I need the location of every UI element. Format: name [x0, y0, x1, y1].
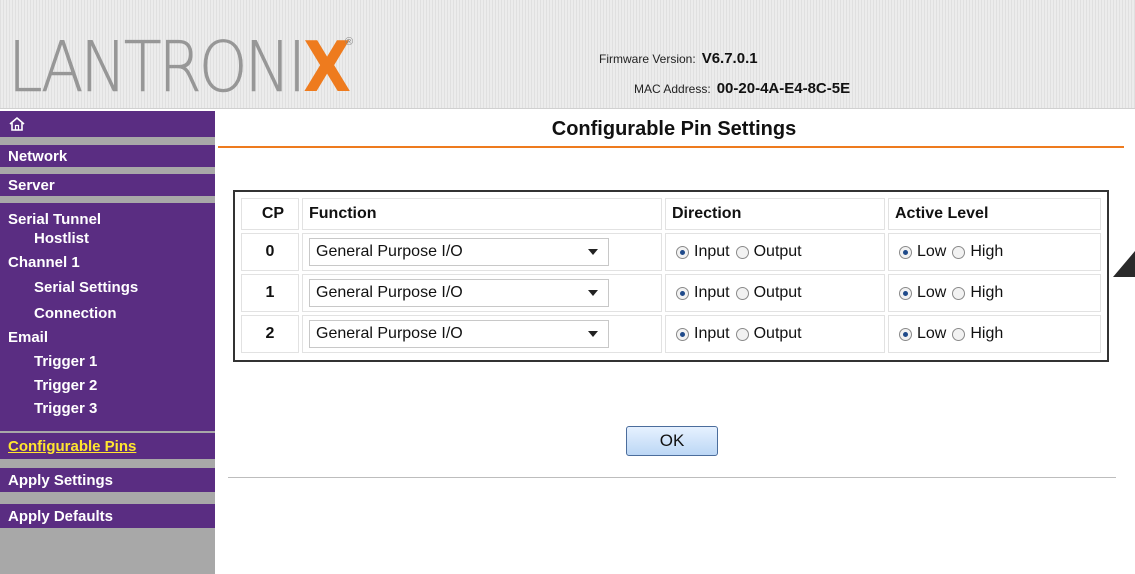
sidebar-nav: Network Server Serial Tunnel Hostlist Ch…	[0, 111, 215, 574]
sidebar-group: Serial Tunnel Hostlist Channel 1 Serial …	[0, 203, 215, 431]
function-value: General Purpose I/O	[316, 243, 463, 260]
sidebar-item-connection[interactable]: Connection	[34, 305, 117, 323]
sidebar-item-serial-tunnel[interactable]: Serial Tunnel	[8, 211, 101, 229]
dropdown-arrow-icon	[588, 249, 598, 255]
direction-output-radio[interactable]	[735, 245, 749, 259]
level-low-label: Low	[917, 284, 947, 301]
sidebar-item-network[interactable]: Network	[0, 145, 215, 167]
level-low-label: Low	[917, 325, 947, 342]
level-high-label: High	[970, 284, 1004, 301]
logo-text: LANTRONIX	[8, 26, 351, 108]
direction-input-radio[interactable]	[676, 327, 689, 341]
level-high-radio[interactable]	[952, 245, 966, 259]
apply-defaults-button[interactable]: Apply Defaults	[0, 504, 215, 528]
sidebar-item-serial-settings[interactable]: Serial Settings	[34, 279, 138, 297]
mac-address: MAC Address: 00-20-4A-E4-8C-5E	[634, 80, 850, 97]
sidebar-item-trigger-3[interactable]: Trigger 3	[34, 400, 97, 418]
direction-input-radio[interactable]	[676, 245, 689, 259]
function-select[interactable]: General Purpose I/O	[309, 279, 609, 307]
direction-input-label: Input	[694, 284, 730, 301]
table-row: 0 General Purpose I/O Input Output Low H…	[241, 233, 1101, 271]
mac-value: 00-20-4A-E4-8C-5E	[716, 80, 851, 97]
direction-output-label: Output	[753, 243, 802, 260]
dropdown-arrow-icon	[588, 331, 598, 337]
direction-output-radio[interactable]	[735, 286, 749, 300]
sidebar-item-server[interactable]: Server	[0, 174, 215, 196]
level-high-radio[interactable]	[952, 327, 966, 341]
level-high-radio[interactable]	[952, 286, 966, 300]
bottom-divider	[228, 477, 1116, 478]
function-select[interactable]: General Purpose I/O	[309, 238, 609, 266]
table-header-row: CP Function Direction Active Level	[241, 198, 1101, 230]
level-low-label: Low	[917, 243, 947, 260]
sidebar-item-trigger-1[interactable]: Trigger 1	[34, 353, 97, 371]
column-header-direction: Direction	[665, 198, 885, 230]
column-header-active-level: Active Level	[888, 198, 1101, 230]
sidebar-item-trigger-2[interactable]: Trigger 2	[34, 377, 97, 395]
direction-input-label: Input	[694, 243, 730, 260]
column-header-cp: CP	[241, 198, 299, 230]
pin-settings-table: CP Function Direction Active Level 0 Gen…	[233, 190, 1109, 362]
firmware-version: Firmware Version: V6.7.0.1	[599, 50, 758, 67]
dropdown-arrow-icon	[588, 290, 598, 296]
column-header-function: Function	[302, 198, 662, 230]
pointer-arrow-icon	[1113, 251, 1135, 277]
firmware-value: V6.7.0.1	[701, 50, 758, 67]
function-value: General Purpose I/O	[316, 325, 463, 342]
level-high-label: High	[970, 325, 1004, 342]
title-divider	[218, 146, 1124, 148]
firmware-label: Firmware Version:	[599, 52, 696, 66]
lantronix-logo: LANTRONIX ®	[8, 26, 353, 108]
cp-number: 0	[241, 233, 299, 271]
sidebar-item-email[interactable]: Email	[8, 329, 48, 347]
function-select[interactable]: General Purpose I/O	[309, 320, 609, 348]
ok-button[interactable]: OK	[626, 426, 718, 456]
function-value: General Purpose I/O	[316, 284, 463, 301]
level-low-radio[interactable]	[899, 245, 912, 259]
table-row: 1 General Purpose I/O Input Output Low H…	[241, 274, 1101, 312]
direction-output-label: Output	[753, 284, 802, 301]
registered-mark: ®	[345, 36, 354, 48]
apply-settings-button[interactable]: Apply Settings	[0, 468, 215, 492]
page-title: Configurable Pin Settings	[551, 118, 797, 140]
level-low-radio[interactable]	[899, 286, 912, 300]
table-row: 2 General Purpose I/O Input Output Low H…	[241, 315, 1101, 353]
direction-output-label: Output	[753, 325, 802, 342]
level-low-radio[interactable]	[899, 327, 912, 341]
sidebar-item-configurable-pins[interactable]: Configurable Pins	[0, 433, 215, 459]
sidebar-item-hostlist[interactable]: Hostlist	[34, 230, 89, 248]
mac-label: MAC Address:	[634, 82, 711, 96]
direction-output-radio[interactable]	[735, 327, 749, 341]
cp-number: 1	[241, 274, 299, 312]
cp-number: 2	[241, 315, 299, 353]
sidebar-item-channel-1[interactable]: Channel 1	[8, 254, 80, 272]
sidebar-item-home[interactable]	[0, 111, 215, 137]
direction-input-radio[interactable]	[676, 286, 689, 300]
header-banner: LANTRONIX ® Firmware Version: V6.7.0.1 MA…	[0, 0, 1135, 109]
home-icon	[9, 116, 25, 131]
direction-input-label: Input	[694, 325, 730, 342]
level-high-label: High	[970, 243, 1004, 260]
